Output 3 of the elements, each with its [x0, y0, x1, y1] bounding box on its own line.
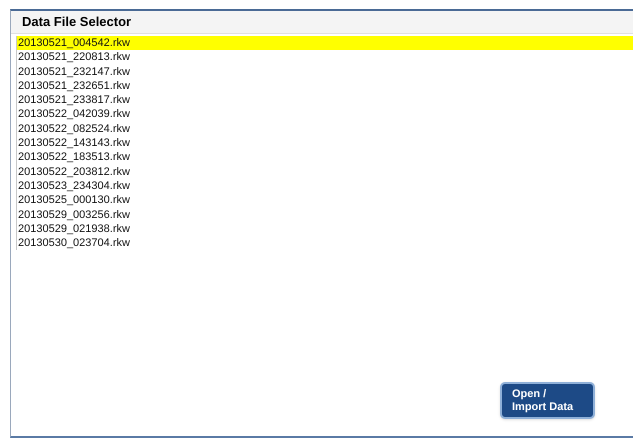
file-list-item[interactable]: 20130521_004542.rkw [17, 36, 633, 50]
panel-title: Data File Selector [22, 13, 132, 32]
open-import-button[interactable]: Open / Import Data [500, 382, 595, 419]
